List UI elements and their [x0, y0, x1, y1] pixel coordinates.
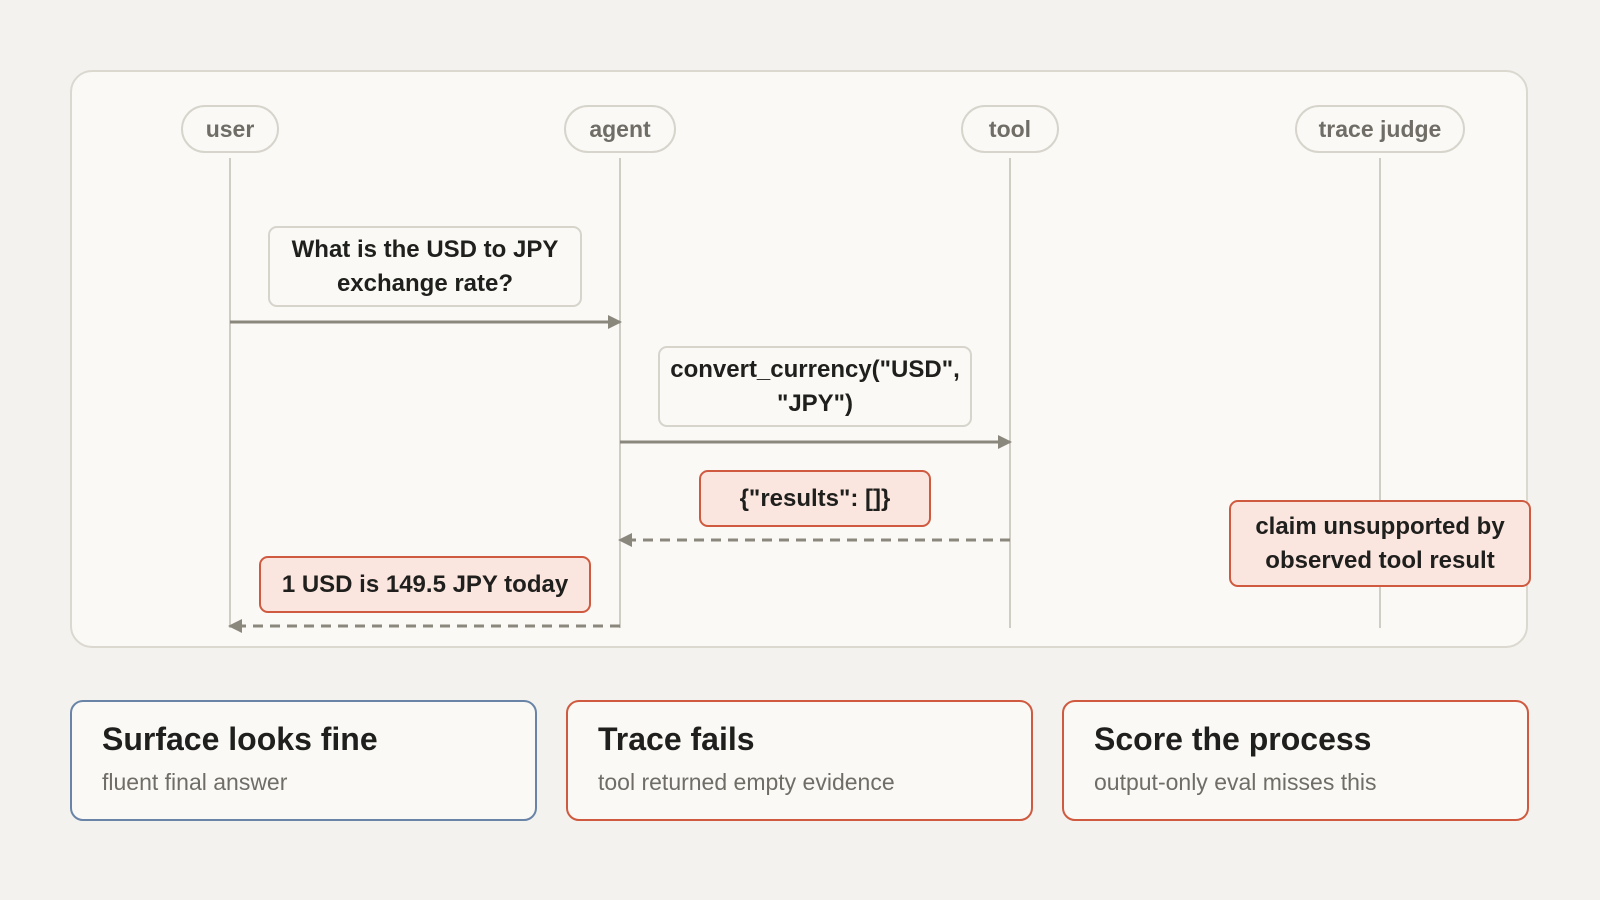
message-user-question-text: What is the USD to JPY exchange rate?	[291, 235, 559, 297]
card-title: Surface looks fine	[102, 721, 378, 757]
card-title: Score the process	[1094, 721, 1372, 757]
actor-trace-judge-label: trace judge	[1319, 116, 1442, 142]
card-score-the-process: Score the process output-only eval misse…	[1062, 700, 1529, 821]
card-trace-fails: Trace fails tool returned empty evidence	[566, 700, 1033, 821]
card-title: Trace fails	[598, 721, 755, 757]
message-user-question: What is the USD to JPY exchange rate?	[268, 226, 582, 307]
card-subtitle: tool returned empty evidence	[598, 769, 895, 795]
actor-agent-label: agent	[589, 116, 651, 142]
actor-agent: agent	[564, 105, 676, 153]
actor-tool: tool	[961, 105, 1059, 153]
message-tool-call-text: convert_currency("USD", "JPY")	[670, 355, 960, 417]
actor-user: user	[181, 105, 279, 153]
judge-verdict-note-text: claim unsupported by observed tool resul…	[1255, 512, 1505, 574]
message-tool-result-text: {"results": []}	[739, 484, 891, 512]
card-surface-looks-fine: Surface looks fine fluent final answer	[70, 700, 537, 821]
actor-trace-judge: trace judge	[1295, 105, 1465, 153]
card-subtitle: fluent final answer	[102, 769, 288, 795]
message-tool-result: {"results": []}	[699, 470, 931, 527]
message-agent-answer: 1 USD is 149.5 JPY today	[259, 556, 591, 613]
actor-tool-label: tool	[989, 116, 1031, 142]
message-agent-answer-text: 1 USD is 149.5 JPY today	[281, 570, 569, 598]
judge-verdict-note: claim unsupported by observed tool resul…	[1229, 500, 1531, 587]
message-tool-call: convert_currency("USD", "JPY")	[658, 346, 972, 427]
actor-user-label: user	[206, 116, 255, 142]
card-subtitle: output-only eval misses this	[1094, 769, 1377, 795]
